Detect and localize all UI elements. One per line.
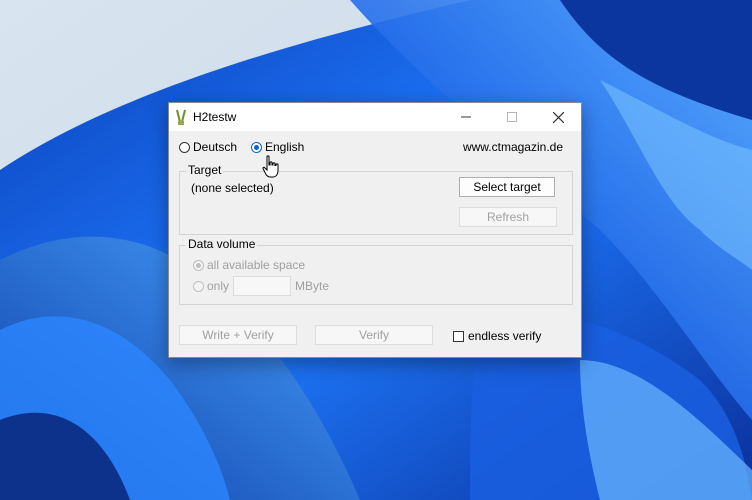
h2testw-window: H2testw Deutsch English www.ctmagazin.de… bbox=[168, 102, 582, 358]
close-icon bbox=[552, 111, 564, 123]
mbyte-input[interactable] bbox=[233, 276, 291, 296]
minimize-icon bbox=[461, 116, 471, 118]
radio-only-label: only bbox=[207, 279, 230, 293]
endless-verify-checkbox[interactable]: endless verify bbox=[453, 329, 541, 343]
radio-all-space-label: all available space bbox=[207, 258, 306, 272]
radio-english-circle[interactable] bbox=[251, 142, 262, 153]
maximize-icon bbox=[507, 112, 517, 122]
refresh-button[interactable]: Refresh bbox=[459, 207, 557, 227]
h2testw-app-icon bbox=[176, 109, 186, 125]
close-button[interactable] bbox=[535, 103, 581, 131]
hand-pointer-icon bbox=[262, 155, 279, 178]
title-bar[interactable]: H2testw bbox=[169, 103, 581, 131]
radio-deutsch-label: Deutsch bbox=[193, 140, 238, 154]
endless-verify-label: endless verify bbox=[468, 329, 542, 343]
target-group-label: Target bbox=[186, 163, 224, 177]
select-target-button[interactable]: Select target bbox=[459, 177, 555, 197]
radio-deutsch[interactable]: Deutsch bbox=[179, 140, 237, 154]
data-volume-group-label: Data volume bbox=[186, 237, 258, 251]
verify-button[interactable]: Verify bbox=[315, 325, 433, 345]
mbyte-unit-label: MByte bbox=[295, 279, 330, 293]
radio-deutsch-circle[interactable] bbox=[179, 142, 190, 153]
window-title: H2testw bbox=[193, 110, 237, 124]
radio-all-space-circle[interactable] bbox=[193, 260, 204, 271]
data-volume-group: Data volume bbox=[179, 237, 573, 305]
endless-verify-box[interactable] bbox=[453, 331, 464, 342]
write-verify-button[interactable]: Write + Verify bbox=[179, 325, 297, 345]
target-selection-text: (none selected) bbox=[191, 181, 274, 195]
radio-only[interactable]: only bbox=[193, 279, 229, 293]
minimize-button[interactable] bbox=[443, 103, 489, 131]
website-label: www.ctmagazin.de bbox=[462, 140, 563, 154]
language-row: Deutsch English www.ctmagazin.de bbox=[179, 140, 573, 156]
radio-only-circle[interactable] bbox=[193, 281, 204, 292]
radio-english[interactable]: English bbox=[251, 140, 304, 154]
maximize-button bbox=[489, 103, 535, 131]
radio-english-label: English bbox=[265, 140, 305, 154]
radio-all-space[interactable]: all available space bbox=[193, 258, 305, 272]
